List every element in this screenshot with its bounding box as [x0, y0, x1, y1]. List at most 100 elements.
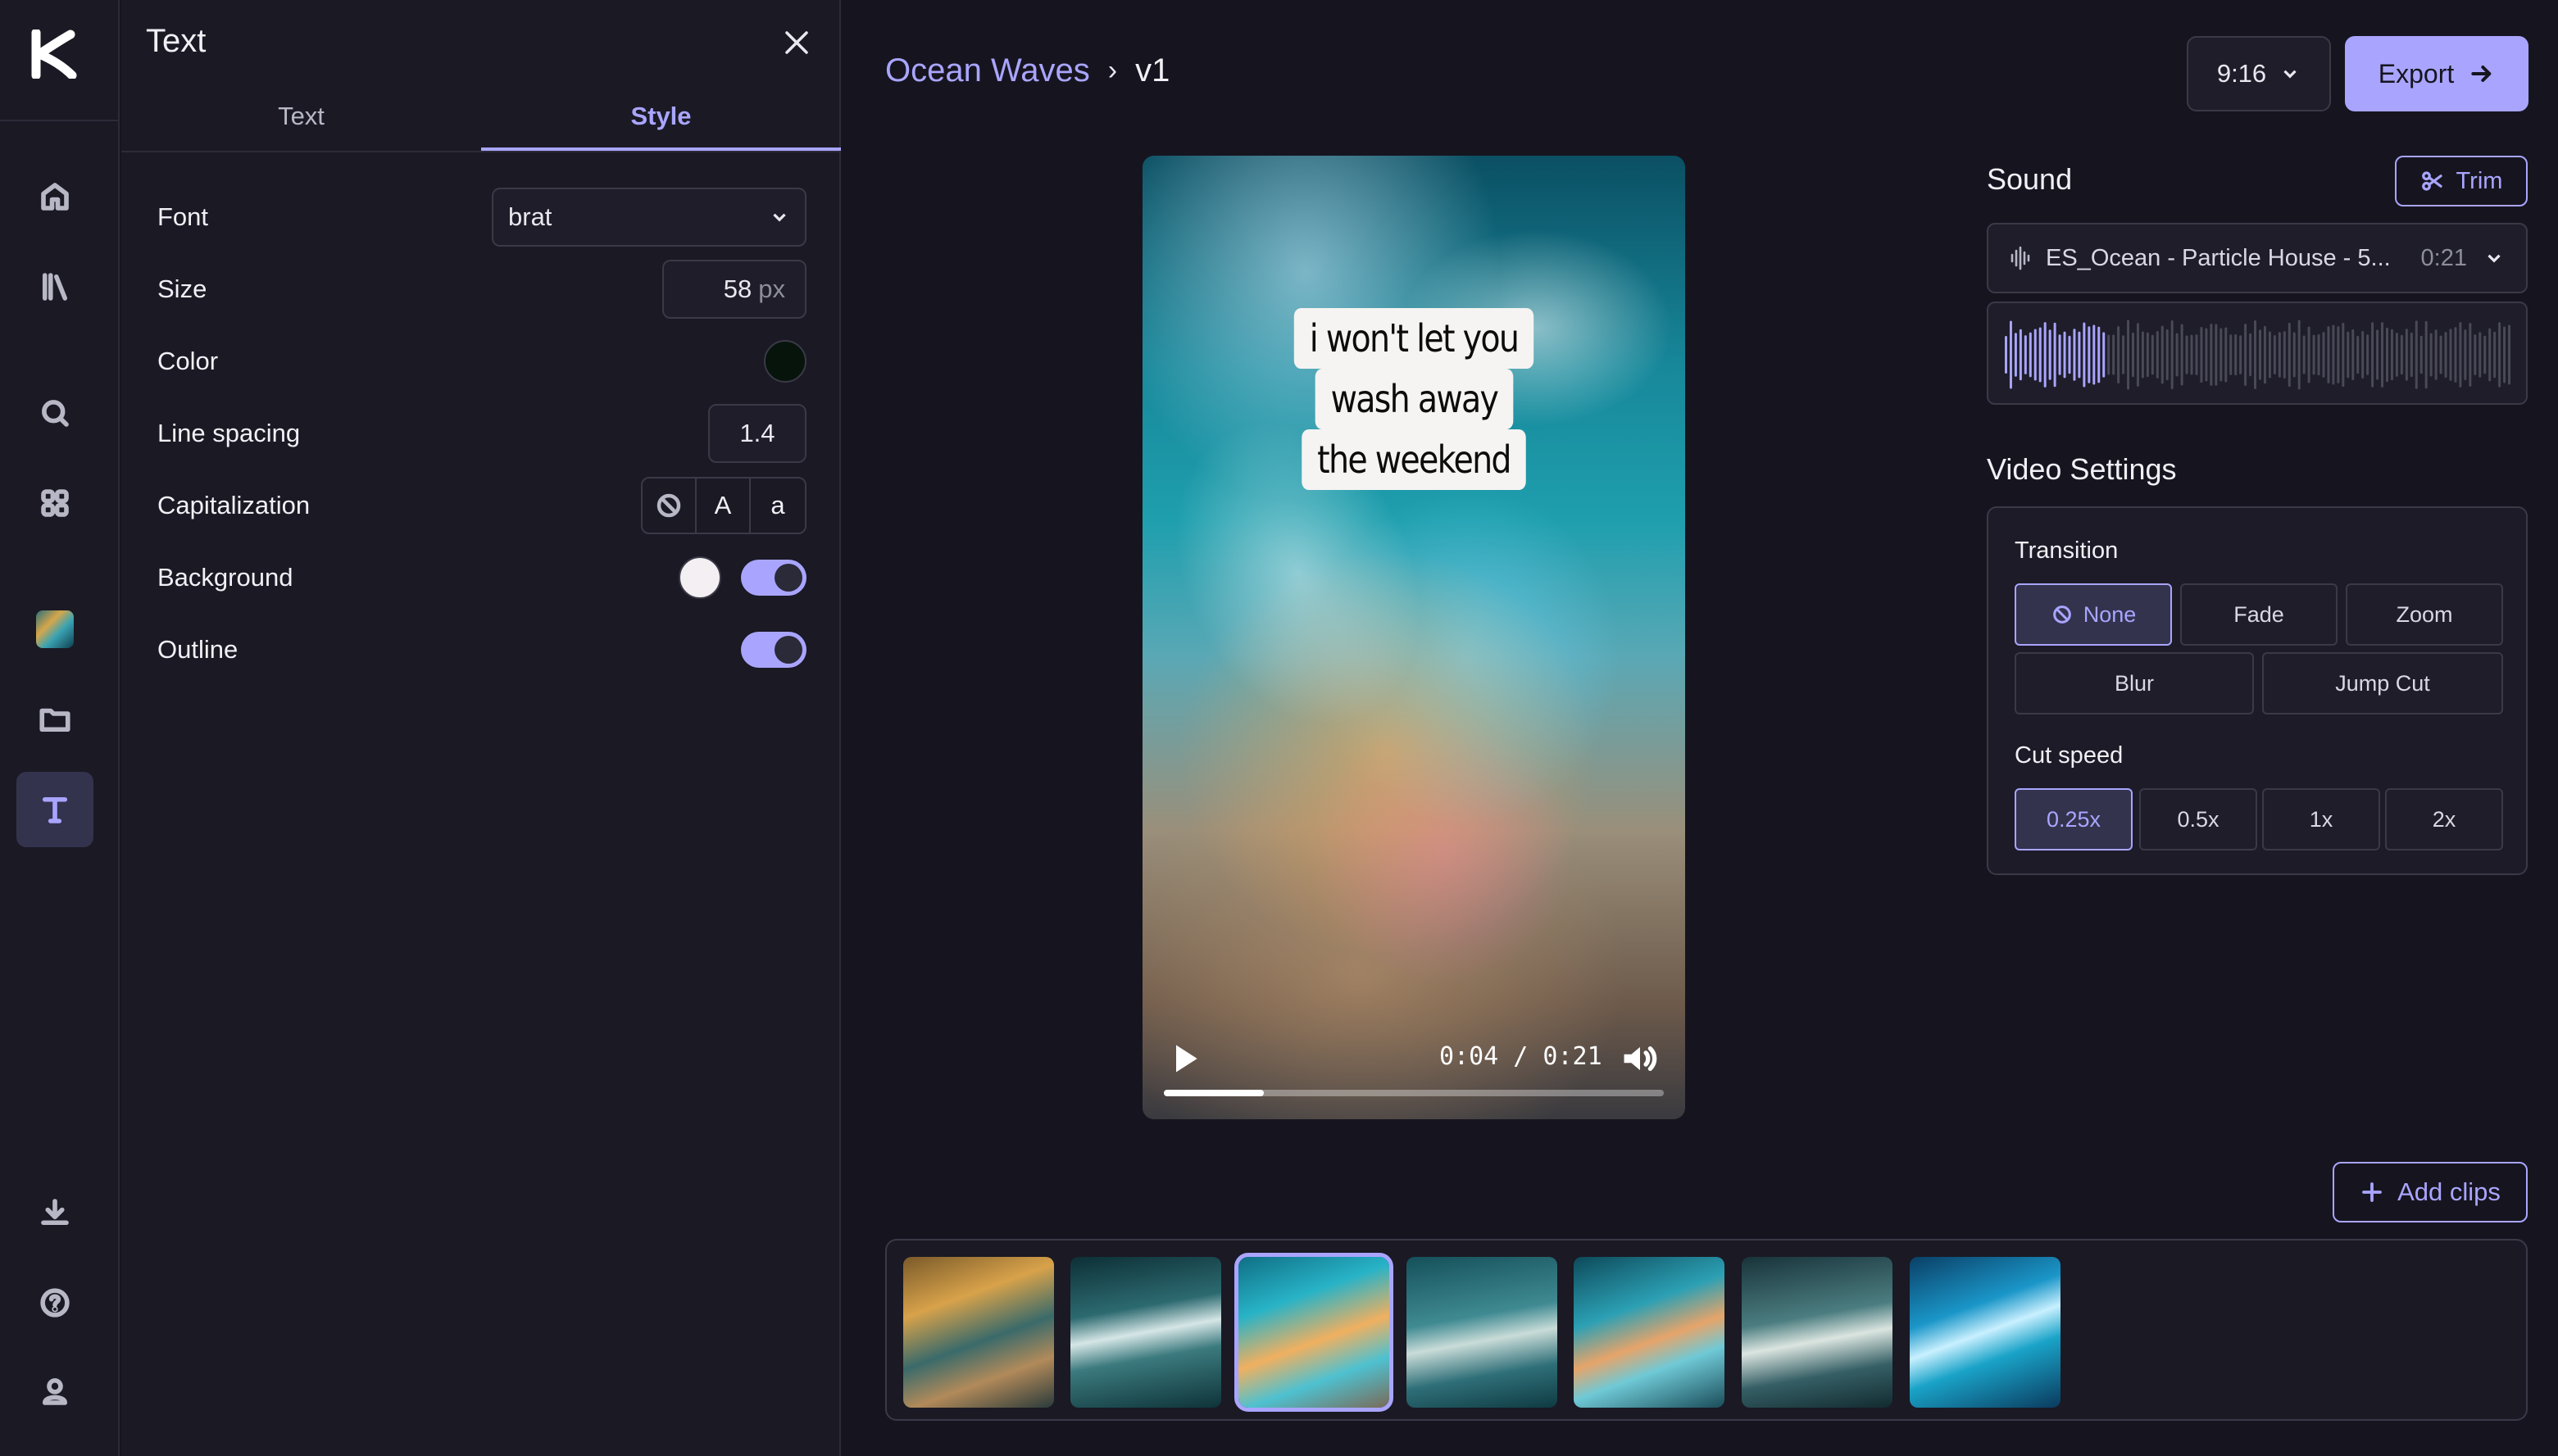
- waveform-bar: [2493, 331, 2497, 379]
- breadcrumb-separator: ›: [1107, 55, 1118, 86]
- size-label: Size: [157, 274, 207, 303]
- play-button[interactable]: [1167, 1041, 1203, 1077]
- apps-button[interactable]: [16, 465, 93, 541]
- clip-thumbnail[interactable]: [1910, 1257, 2060, 1408]
- cut-speed-option[interactable]: 0.5x: [2139, 788, 2257, 850]
- folder-button[interactable]: [16, 682, 93, 757]
- add-clips-button[interactable]: Add clips: [2333, 1162, 2528, 1222]
- media-button[interactable]: [16, 592, 93, 667]
- waveform-bar: [2278, 332, 2281, 378]
- font-select[interactable]: brat: [492, 188, 806, 247]
- chevron-down-icon: [2283, 70, 2297, 79]
- waveform-bar: [2063, 331, 2066, 379]
- waveform-bar: [2508, 324, 2511, 385]
- outline-row: Outline: [157, 619, 806, 680]
- waveform-bar: [2386, 327, 2388, 383]
- text-color-swatch[interactable]: [764, 340, 806, 383]
- aspect-ratio-value: 9:16: [2216, 59, 2267, 88]
- home-button[interactable]: [16, 159, 93, 234]
- export-button[interactable]: Export: [2345, 36, 2528, 111]
- play-icon: [1176, 1045, 1197, 1073]
- download-button[interactable]: [16, 1175, 93, 1250]
- caption-line: wash away: [1315, 369, 1513, 429]
- trim-button[interactable]: Trim: [2395, 156, 2528, 206]
- waveform-bar: [2122, 335, 2125, 374]
- sound-track-select[interactable]: ES_Ocean - Particle House - 5... 0:21: [1987, 223, 2528, 293]
- waveform-bar: [2283, 331, 2286, 379]
- waveform-bar: [2053, 322, 2056, 388]
- waveform-bar: [2376, 329, 2379, 380]
- audio-wave-icon: [2011, 246, 2030, 270]
- waveform-bar: [2483, 335, 2487, 374]
- audio-waveform[interactable]: [1987, 302, 2528, 405]
- video-preview[interactable]: i won't let you wash away the weekend 0:…: [1143, 156, 1685, 1119]
- waveform-bar: [2288, 322, 2291, 388]
- waveform-bar: [2474, 334, 2477, 375]
- transition-jump-cut-option[interactable]: Jump Cut: [2262, 652, 2503, 714]
- waveform-bar: [2342, 322, 2345, 388]
- waveform-bar: [2215, 324, 2218, 386]
- text-tool-button[interactable]: [16, 772, 93, 847]
- waveform-bar: [2317, 333, 2320, 376]
- transition-blur-option[interactable]: Blur: [2015, 652, 2254, 714]
- waveform-bar: [2180, 324, 2183, 386]
- background-toggle[interactable]: [741, 560, 806, 596]
- waveform-bars: [2005, 320, 2511, 390]
- waveform-bar: [2073, 329, 2076, 381]
- cut-speed-option[interactable]: 0.25x: [2015, 788, 2133, 850]
- waveform-bar: [2220, 328, 2223, 382]
- app-logo[interactable]: [31, 28, 77, 80]
- waveform-bar: [2239, 335, 2242, 374]
- clip-thumbnail[interactable]: [1574, 1257, 1724, 1408]
- clip-thumbnail[interactable]: [1406, 1257, 1557, 1408]
- help-button[interactable]: [16, 1265, 93, 1340]
- capitalization-none-option[interactable]: [643, 479, 697, 533]
- transition-fade-option[interactable]: Fade: [2180, 583, 2338, 646]
- search-button[interactable]: [16, 375, 93, 451]
- outline-toggle[interactable]: [741, 632, 806, 668]
- waveform-bar: [2068, 335, 2071, 374]
- waveform-bar: [2170, 320, 2174, 389]
- background-color-swatch[interactable]: [679, 556, 721, 599]
- waveform-bar: [2195, 334, 2198, 375]
- size-input[interactable]: 58 px: [662, 260, 806, 319]
- tab-style[interactable]: Style: [481, 85, 841, 151]
- capitalization-upper-option[interactable]: A: [697, 479, 751, 533]
- font-row: Font brat: [157, 187, 806, 247]
- breadcrumb-project[interactable]: Ocean Waves: [885, 52, 1090, 89]
- clip-thumbnail[interactable]: [903, 1257, 1054, 1408]
- size-unit: px: [758, 274, 785, 303]
- home-icon: [41, 183, 69, 211]
- clip-thumbnail[interactable]: [1742, 1257, 1892, 1408]
- waveform-bar: [2361, 330, 2365, 379]
- cut-speed-option[interactable]: 2x: [2385, 788, 2503, 850]
- waveform-bar: [2464, 329, 2467, 380]
- toggle-knob: [775, 636, 802, 664]
- sound-title: Sound: [1987, 162, 2073, 196]
- account-button[interactable]: [16, 1354, 93, 1429]
- download-icon: [41, 1199, 69, 1226]
- volume-button[interactable]: [1621, 1041, 1659, 1077]
- playback-progress[interactable]: [1164, 1090, 1664, 1096]
- transition-zoom-option[interactable]: Zoom: [2346, 583, 2503, 646]
- aspect-ratio-select[interactable]: 9:16: [2187, 36, 2331, 111]
- scissors-icon: [2421, 171, 2442, 191]
- line-spacing-value: 1.4: [739, 419, 775, 447]
- library-button[interactable]: [16, 249, 93, 324]
- video-settings-title: Video Settings: [1987, 452, 2177, 486]
- clip-thumbnail[interactable]: [1070, 1257, 1221, 1408]
- cut-speed-option[interactable]: 1x: [2262, 788, 2380, 850]
- panel-title: Text: [146, 23, 207, 59]
- clip-thumbnail[interactable]: [1234, 1253, 1393, 1412]
- caption-overlay[interactable]: i won't let you wash away the weekend: [1143, 308, 1685, 490]
- waveform-bar: [2029, 332, 2032, 378]
- capitalization-lower-option[interactable]: a: [751, 479, 805, 533]
- waveform-bar: [2351, 329, 2355, 381]
- transition-none-option[interactable]: None: [2015, 583, 2172, 646]
- waveform-bar: [2210, 324, 2213, 386]
- line-spacing-input[interactable]: 1.4: [708, 404, 806, 463]
- close-panel-button[interactable]: [779, 25, 815, 61]
- tab-text[interactable]: Text: [121, 85, 481, 151]
- waveform-bar: [2297, 320, 2301, 390]
- waveform-bar: [2322, 332, 2325, 378]
